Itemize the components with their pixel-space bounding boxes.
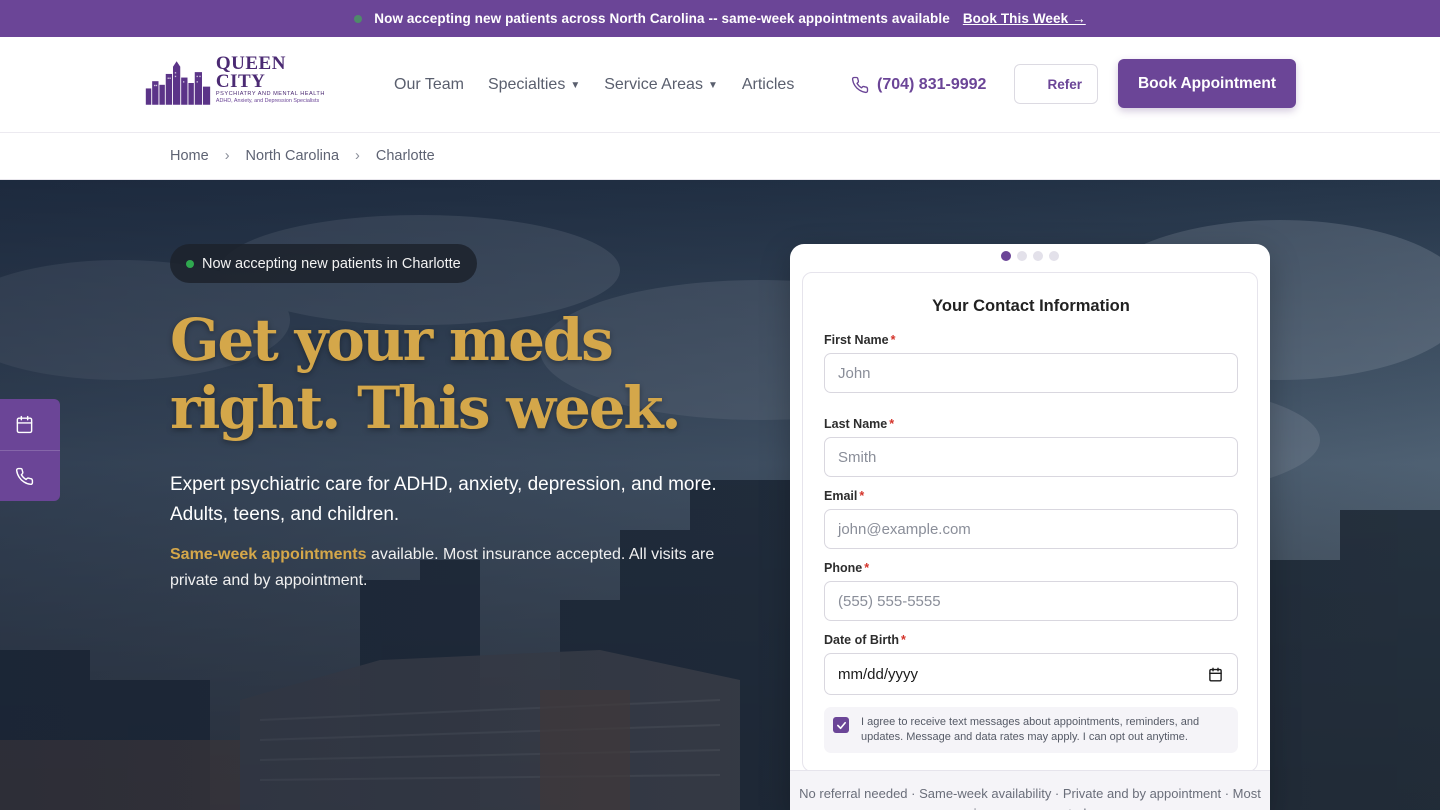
- form-footer-note: No referral needed · Same-week availabil…: [790, 770, 1270, 810]
- hero-subtext: Same-week appointments available. Most i…: [170, 542, 750, 594]
- same-week-highlight: Same-week appointments: [170, 546, 367, 563]
- form-title: Your Contact Information: [932, 297, 1130, 315]
- announcement-text: Now accepting new patients across North …: [374, 11, 950, 26]
- sms-consent-text: I agree to receive text messages about a…: [861, 716, 1200, 743]
- first-name-input[interactable]: John: [824, 353, 1238, 393]
- step-dot-2: [1017, 251, 1027, 261]
- breadcrumb-north-carolina[interactable]: North Carolina: [246, 148, 340, 164]
- last-name-label: Last Name *: [824, 417, 895, 431]
- sms-consent-checkbox[interactable]: [833, 717, 849, 733]
- breadcrumb-separator-icon: ›: [355, 148, 360, 164]
- phone-action-button[interactable]: [0, 450, 60, 501]
- email-label: Email *: [824, 489, 865, 503]
- phone-icon: [851, 76, 869, 94]
- step-dot-3: [1033, 251, 1043, 261]
- breadcrumb-separator-icon: ›: [224, 148, 230, 164]
- nav-label: Our Team: [394, 76, 464, 93]
- nav-service-areas[interactable]: Service Areas ▼: [604, 76, 718, 94]
- nav-our-team[interactable]: Our Team: [394, 76, 464, 94]
- email-input[interactable]: john@example.com: [824, 509, 1238, 549]
- refer-button[interactable]: Refer: [1014, 64, 1098, 104]
- status-dot-icon: [186, 259, 194, 268]
- status-dot-icon: [354, 14, 363, 23]
- headline-line-1: Get your meds: [170, 306, 614, 374]
- form-step-indicator: [790, 251, 1270, 261]
- breadcrumb-charlotte: Charlotte: [375, 148, 435, 164]
- accepting-patients-badge: Now accepting new patients in Charlotte: [170, 244, 477, 283]
- checkmark-icon: [836, 721, 846, 729]
- dob-placeholder: mm/dd/yyyy: [838, 665, 919, 683]
- calendar-action-button[interactable]: [0, 399, 60, 450]
- last-name-input[interactable]: Smith: [824, 437, 1238, 477]
- site-header: QUEEN CITY PSYCHIATRY AND MENTAL HEALTH …: [0, 37, 1440, 133]
- sms-consent: I agree to receive text messages about a…: [824, 707, 1238, 753]
- phone-input[interactable]: (555) 555-5555: [824, 581, 1238, 621]
- logo-brand-name: QUEEN CITY: [215, 53, 286, 92]
- book-this-week-link[interactable]: Book This Week →: [963, 11, 1086, 26]
- hero-lead: Expert psychiatric care for ADHD, anxiet…: [170, 474, 717, 525]
- breadcrumb: Home › North Carolina › Charlotte: [0, 133, 1440, 180]
- book-appointment-button[interactable]: Book Appointment: [1118, 59, 1296, 108]
- step-dot-1: [1001, 251, 1011, 261]
- nav-specialties[interactable]: Specialties ▼: [488, 76, 580, 94]
- contact-info-form: Your Contact Information First Name * Joh…: [802, 272, 1258, 772]
- phone-label: Phone *: [824, 561, 870, 575]
- badge-text: Now accepting new patients in Charlotte: [202, 255, 461, 272]
- header-phone-number: (704) 831-9992: [877, 76, 987, 93]
- nav-label: Service Areas: [604, 76, 703, 93]
- step-dot-4: [1049, 251, 1059, 261]
- nav-label: Specialties: [487, 76, 566, 93]
- phone-icon: [15, 467, 34, 485]
- first-name-label: First Name *: [824, 333, 896, 347]
- dob-input[interactable]: mm/dd/yyyy: [824, 653, 1238, 695]
- header-phone-link[interactable]: (704) 831-9992: [851, 37, 986, 133]
- announcement-bar: Now accepting new patients across North …: [0, 0, 1440, 37]
- logo[interactable]: QUEEN CITY PSYCHIATRY AND MENTAL HEALTH …: [144, 53, 329, 107]
- floating-side-actions: [0, 399, 60, 501]
- nav-articles[interactable]: Articles: [742, 76, 794, 94]
- headline-line-2: right. This week.: [170, 374, 682, 442]
- dob-label: Date of Birth *: [824, 633, 906, 647]
- logo-tagline: PSYCHIATRY AND MENTAL HEALTH: [215, 91, 325, 97]
- nav-label: Articles: [741, 76, 795, 93]
- logo-subtagline: ADHD, Anxiety, and Depression Specialist…: [215, 98, 320, 104]
- calendar-icon: [16, 415, 33, 434]
- skyline-logo-icon: [145, 61, 211, 105]
- hero-headline: Get your meds right. This week.: [170, 306, 770, 442]
- main-nav: Our Team Specialties ▼ Service Areas ▼ A…: [394, 37, 818, 133]
- appointment-form-card: Your Contact Information First Name * Joh…: [790, 244, 1270, 810]
- calendar-picker-icon[interactable]: [1208, 667, 1223, 682]
- caret-down-icon: ▼: [570, 79, 581, 91]
- caret-down-icon: ▼: [707, 79, 718, 91]
- breadcrumb-home[interactable]: Home: [170, 148, 209, 164]
